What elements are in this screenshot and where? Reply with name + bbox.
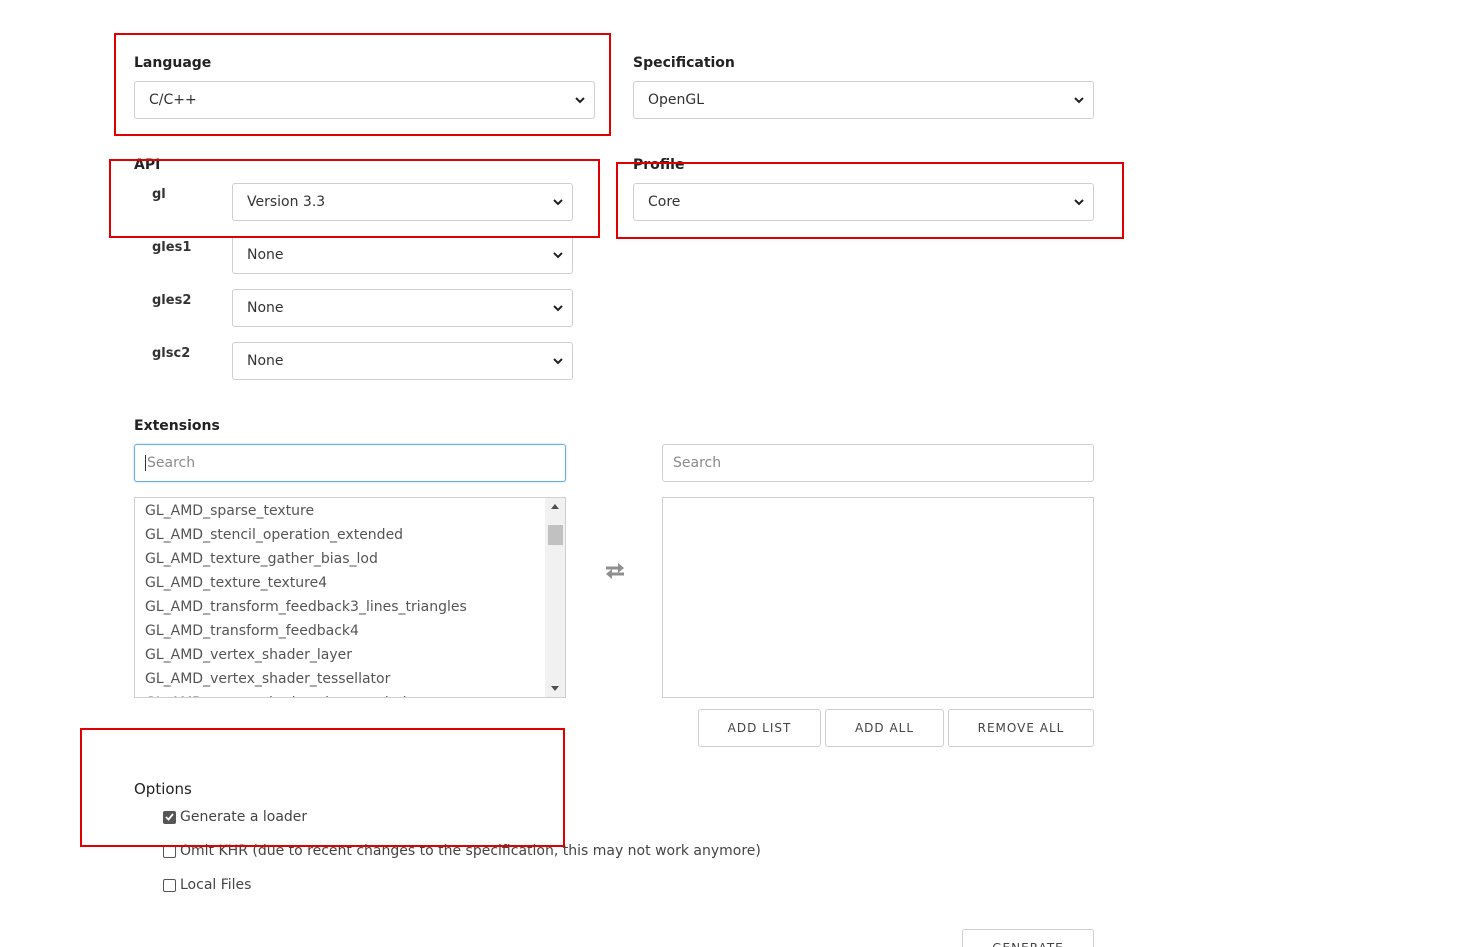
language-select-value: C/C++ [149,92,197,108]
chevron-down-icon [544,343,572,379]
specification-select-value: OpenGL [648,92,705,108]
option-local-files[interactable]: Local Files [163,877,251,893]
list-item[interactable]: GL_AMD_vertex_shader_layer [135,643,545,667]
api-gles2-select-value: None [247,300,284,316]
option-label: Omit KHR (due to recent changes to the s… [180,843,761,859]
api-gles1-select-value: None [247,247,284,263]
api-glsc2-select[interactable]: None [232,342,573,380]
list-item[interactable]: GL_AMD_vertex_shader_tessellator [135,667,545,691]
chevron-down-icon [544,184,572,220]
option-label: Generate a loader [180,809,308,825]
api-name-gles2: gles2 [152,293,192,308]
extensions-available-search-input[interactable]: Search [134,444,566,482]
api-gles1-select[interactable]: None [232,236,573,274]
extensions-label: Extensions [134,418,220,434]
generate-button[interactable]: GENERATE [962,929,1094,947]
checkbox-unchecked-icon[interactable] [163,844,176,858]
transfer-arrows-icon[interactable] [603,562,627,580]
api-name-glsc2: glsc2 [152,346,191,361]
list-item[interactable]: GL_AMD_transform_feedback4 [135,619,545,643]
add-all-button[interactable]: ADD ALL [825,709,944,747]
list-item[interactable]: GL_AMD_vertex_shader_viewport_index [135,691,545,697]
option-label: Local Files [180,877,252,893]
api-name-gles1: gles1 [152,240,192,255]
search-placeholder: Search [673,455,722,471]
option-omit-khr[interactable]: Omit KHR (due to recent changes to the s… [163,843,761,859]
profile-select[interactable]: Core [633,183,1094,221]
chevron-down-icon [544,237,572,273]
scroll-thumb[interactable] [548,525,563,545]
scroll-up-arrow-icon[interactable] [545,498,565,515]
chevron-down-icon [1065,82,1093,118]
extensions-available-items: GL_AMD_sparse_texture GL_AMD_stencil_oper… [135,498,545,697]
list-item[interactable]: GL_AMD_stencil_operation_extended [135,523,545,547]
api-name-gl: gl [152,187,166,202]
remove-all-button[interactable]: REMOVE ALL [948,709,1094,747]
api-gl-select-value: Version 3.3 [247,194,326,210]
list-item[interactable]: GL_AMD_transform_feedback3_lines_triangl… [135,595,545,619]
extensions-available-list[interactable]: GL_AMD_sparse_texture GL_AMD_stencil_oper… [134,497,566,698]
extensions-selected-list[interactable] [662,497,1094,698]
specification-label: Specification [633,55,735,71]
profile-select-value: Core [648,194,681,210]
language-label: Language [134,55,212,71]
api-gl-select[interactable]: Version 3.3 [232,183,573,221]
add-list-button[interactable]: ADD LIST [698,709,821,747]
chevron-down-icon [544,290,572,326]
language-select[interactable]: C/C++ [134,81,595,119]
scroll-down-arrow-icon[interactable] [545,680,565,697]
checkbox-unchecked-icon[interactable] [163,878,176,892]
api-glsc2-select-value: None [247,353,284,369]
api-gles2-select[interactable]: None [232,289,573,327]
list-item[interactable]: GL_AMD_texture_texture4 [135,571,545,595]
list-item[interactable]: GL_AMD_sparse_texture [135,499,545,523]
chevron-down-icon [1065,184,1093,220]
list-item[interactable]: GL_AMD_texture_gather_bias_lod [135,547,545,571]
search-placeholder: Search [147,455,196,471]
checkbox-checked-icon[interactable] [163,810,176,824]
api-label: API [134,157,161,173]
option-generate-loader[interactable]: Generate a loader [163,809,307,825]
text-caret [145,455,146,471]
chevron-down-icon [566,82,594,118]
list-scrollbar[interactable] [545,498,565,697]
profile-label: Profile [633,157,685,173]
options-label: Options [134,780,192,798]
specification-select[interactable]: OpenGL [633,81,1094,119]
extensions-selected-search-input[interactable]: Search [662,444,1094,482]
